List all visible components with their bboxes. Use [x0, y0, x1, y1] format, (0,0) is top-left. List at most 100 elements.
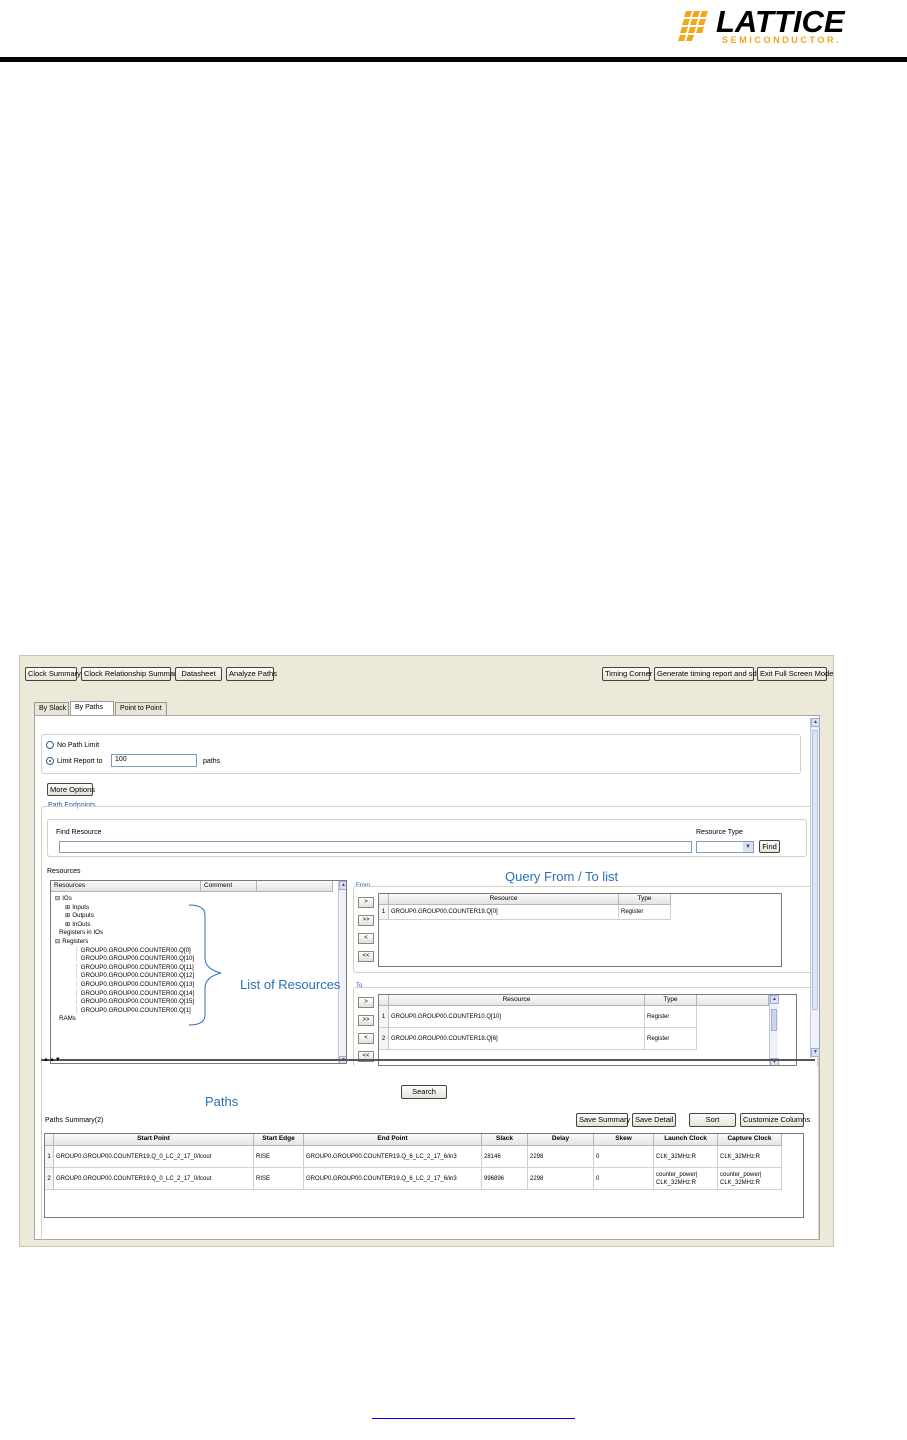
to-resource-cell[interactable]: GROUP0.GROUP00.COUNTER10.Q[10] [389, 1006, 645, 1028]
customize-columns-button[interactable]: Customize Columns [740, 1113, 810, 1127]
paths-column-header[interactable]: Start Edge [254, 1134, 304, 1146]
paths-capture-cell[interactable]: CLK_32MHz:R [718, 1146, 782, 1168]
paths-edge-cell[interactable]: RISE [254, 1168, 304, 1190]
from-type-cell[interactable]: Register [619, 905, 671, 920]
tree-node-label: GROUP0.GROUP00.COUNTER00.Q[0] [80, 946, 191, 954]
paths-slack-cell[interactable]: 28146 [482, 1146, 528, 1168]
analyze-paths-button[interactable]: Analyze Paths [226, 667, 277, 681]
tree-node[interactable]: · RAMs [55, 1015, 76, 1023]
tree-node[interactable]: ┆ GROUP0.GROUP00.COUNTER00.Q[11] [75, 964, 194, 972]
panel-scroll-up-icon[interactable]: ▲ [811, 718, 820, 727]
paths-skew-cell[interactable]: 0 [594, 1146, 654, 1168]
expand-icon[interactable]: ⊞ [65, 921, 70, 928]
find-resource-input[interactable] [59, 841, 692, 853]
tree-node-label: GROUP0.GROUP00.COUNTER00.Q[12] [80, 972, 195, 980]
annotation-resources-list: List of Resources [240, 977, 341, 992]
collapse-icon[interactable]: ⊟ [55, 938, 60, 945]
paths-start-cell[interactable]: GROUP0.GROUP00.COUNTER19.Q_0_LC_2_17_0/l… [54, 1146, 254, 1168]
tree-node[interactable]: ⊟ Registers [55, 938, 88, 946]
clock-summary-button[interactable]: Clock Summary [25, 667, 81, 681]
tree-node[interactable]: ⊞ Inputs [65, 904, 89, 912]
from-remove-button[interactable]: < [358, 933, 374, 944]
panel-scroll-thumb[interactable] [812, 730, 818, 1010]
tab-point-to-point[interactable]: Point to Point [115, 702, 167, 715]
panel-scrollbar[interactable]: ▲ ▼ [810, 718, 820, 1058]
panel-scroll-down-icon[interactable]: ▼ [811, 1048, 820, 1057]
tab-by-paths[interactable]: By Paths [70, 701, 114, 715]
to-add-all-button[interactable]: >> [358, 1015, 374, 1026]
tree-node-label: RAMs [59, 1015, 76, 1023]
paths-launch-cell[interactable]: counter_power| CLK_32MHz:R [654, 1168, 718, 1190]
from-remove-all-button[interactable]: << [358, 951, 374, 962]
to-resource-cell[interactable]: GROUP0.GROUP00.COUNTER18.Q[6] [389, 1028, 645, 1050]
from-resource-cell[interactable]: GROUP0.GROUP00.COUNTER19.Q[0] [389, 905, 619, 920]
paths-column-header[interactable]: Skew [594, 1134, 654, 1146]
tree-node[interactable]: ┆ GROUP0.GROUP00.COUNTER00.Q[13] [75, 981, 194, 989]
datasheet-button[interactable]: Datasheet [175, 667, 222, 681]
more-options-button[interactable]: More Options [47, 783, 95, 796]
tab-by-slack[interactable]: By Slack [34, 702, 69, 715]
paths-column-header[interactable]: End Point [304, 1134, 482, 1146]
tree-node[interactable]: ┆ GROUP0.GROUP00.COUNTER00.Q[15] [75, 998, 194, 1006]
to-type-cell[interactable]: Register [645, 1006, 697, 1028]
to-type-header: Type [645, 995, 697, 1006]
paths-delay-cell[interactable]: 2298 [528, 1168, 594, 1190]
save-summary-button[interactable]: Save Summary [576, 1113, 630, 1127]
paths-capture-cell[interactable]: counter_power| CLK_32MHz:R [718, 1168, 782, 1190]
tree-node[interactable]: · Registers in IOs [55, 929, 103, 937]
paths-skew-cell[interactable]: 0 [594, 1168, 654, 1190]
paths-column-header[interactable]: Slack [482, 1134, 528, 1146]
paths-column-header[interactable]: Start Point [54, 1134, 254, 1146]
paths-start-cell[interactable]: GROUP0.GROUP00.COUNTER19.Q_0_LC_2_17_0/l… [54, 1168, 254, 1190]
no-path-limit-radio[interactable] [46, 741, 54, 749]
paths-column-header[interactable]: Launch Clock [654, 1134, 718, 1146]
paths-launch-cell[interactable]: CLK_32MHz:R [654, 1146, 718, 1168]
to-blank-header [697, 995, 769, 1006]
from-add-all-button[interactable]: >> [358, 915, 374, 926]
sort-button[interactable]: Sort [689, 1113, 736, 1127]
resource-type-select[interactable]: ▼ [696, 841, 754, 853]
tree-node[interactable]: ┆ GROUP0.GROUP00.COUNTER00.Q[0] [75, 947, 191, 955]
to-remove-button[interactable]: < [358, 1033, 374, 1044]
limit-report-radio[interactable] [46, 757, 54, 765]
tree-node[interactable]: ┆ GROUP0.GROUP00.COUNTER00.Q[14] [75, 990, 194, 998]
paths-slack-cell[interactable]: 996896 [482, 1168, 528, 1190]
to-scroll-thumb[interactable] [771, 1009, 777, 1031]
search-button[interactable]: Search [401, 1085, 447, 1099]
from-add-button[interactable]: > [358, 897, 374, 908]
to-scroll-up-icon[interactable]: ▲ [770, 995, 779, 1004]
tree-node[interactable]: ┆ GROUP0.GROUP00.COUNTER00.Q[12] [75, 972, 194, 980]
paths-delay-cell[interactable]: 2298 [528, 1146, 594, 1168]
exit-full-screen-button[interactable]: Exit Full Screen Mode [757, 667, 833, 681]
tree-node[interactable]: ⊟ IOs [55, 895, 72, 903]
paths-column-header[interactable]: Capture Clock [718, 1134, 782, 1146]
tree-node-label: Registers in IOs [59, 929, 104, 937]
expand-icon[interactable]: ⊞ [65, 904, 70, 911]
tree-node-label: Registers [62, 938, 89, 945]
save-detail-button[interactable]: Save Detail [632, 1113, 676, 1127]
footer-link-underline[interactable] [372, 1418, 575, 1419]
tree-node[interactable]: ┆ GROUP0.GROUP00.COUNTER00.Q[10] [75, 955, 194, 963]
scroll-up-icon[interactable]: ▲ [339, 881, 346, 890]
tree-node[interactable]: ┆ GROUP0.GROUP00.COUNTER00.Q[1] [75, 1007, 191, 1015]
splitter-arrows-icon[interactable]: ▲▲▼ [43, 1057, 61, 1063]
tree-line-icon: · [55, 929, 58, 937]
collapse-icon[interactable]: ⊟ [55, 895, 60, 902]
paths-edge-cell[interactable]: RISE [254, 1146, 304, 1168]
tree-node[interactable]: ⊞ InOuts [65, 921, 90, 929]
to-type-cell[interactable]: Register [645, 1028, 697, 1050]
limit-report-input[interactable]: 100 [111, 754, 197, 767]
find-button[interactable]: Find [759, 840, 780, 853]
generate-timing-report-button[interactable]: Generate timing report and sdf [654, 667, 759, 681]
paths-column-header[interactable]: Delay [528, 1134, 594, 1146]
paths-end-cell[interactable]: GROUP0.GROUP00.COUNTER19.Q_6_LC_2_17_6/i… [304, 1168, 482, 1190]
to-add-button[interactable]: > [358, 997, 374, 1008]
paths-end-cell[interactable]: GROUP0.GROUP00.COUNTER19.Q_6_LC_2_17_6/i… [304, 1146, 482, 1168]
tree-node[interactable]: ⊞ Outputs [65, 912, 94, 920]
to-scrollbar[interactable]: ▲ ▼ [769, 995, 779, 1065]
timing-corner-button[interactable]: Timing Corner [602, 667, 652, 681]
splitter-bar[interactable] [41, 1059, 815, 1061]
clock-relationship-summary-button[interactable]: Clock Relationship Summary [81, 667, 180, 681]
expand-icon[interactable]: ⊞ [65, 912, 70, 919]
resources-scrollbar[interactable]: ▲ ▼ [338, 881, 346, 1063]
